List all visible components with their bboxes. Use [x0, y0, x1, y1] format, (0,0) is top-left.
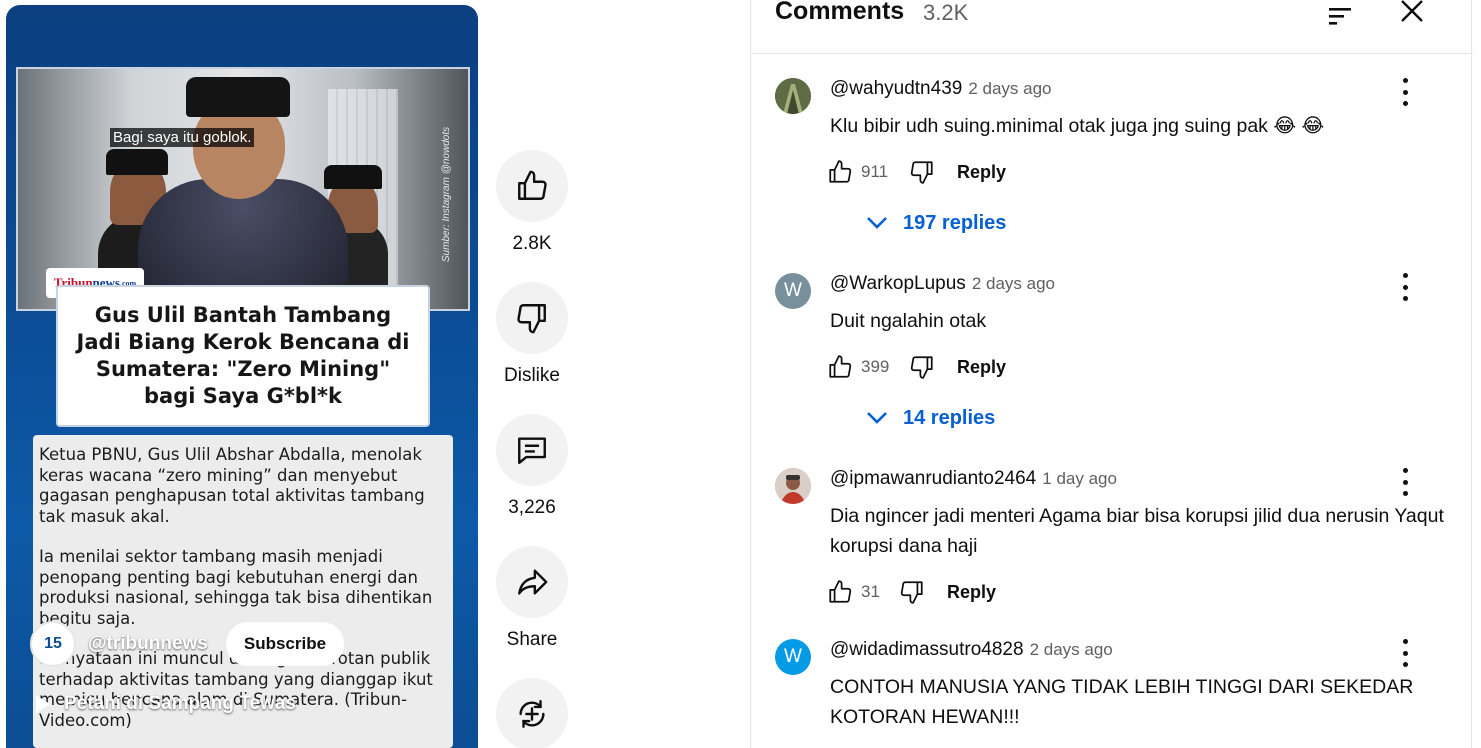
avatar[interactable]: W [775, 273, 811, 309]
reply-button[interactable]: Reply [957, 357, 1006, 378]
comment-count: 3,226 [508, 497, 556, 518]
comment-text: CONTOH MANUSIA YANG TIDAK LEBIH TINGGI D… [830, 676, 1414, 728]
avatar[interactable] [775, 78, 811, 114]
remix-button[interactable] [496, 678, 568, 748]
reply-button[interactable]: Reply [957, 162, 1006, 183]
chevron-down-icon [867, 412, 887, 424]
like-button[interactable] [496, 150, 568, 222]
video-title: Petani di Sampang Tewas [64, 693, 296, 714]
comment-author[interactable]: @WarkopLupus 2 days ago [830, 273, 1055, 295]
avatar[interactable]: W [775, 639, 811, 675]
comments-panel: Comments 3.2K @wahyudtn439 2 days ago Klu… [750, 0, 1473, 748]
video-title-link[interactable]: Petani di Sampang Tewas [36, 693, 296, 715]
body-paragraph: Ketua PBNU, Gus Ulil Abshar Abdalla, men… [39, 445, 425, 526]
comment-toolbar: 31 Reply [827, 578, 996, 606]
comment-text: Klu bibir udh suing.minimal otak juga jn… [830, 115, 1325, 137]
comment-time: 1 day ago [1042, 469, 1117, 488]
share-action: Share [490, 546, 574, 652]
remix-icon [519, 700, 545, 728]
thumbs-down-icon [517, 304, 546, 334]
more-options-icon[interactable] [1401, 78, 1409, 106]
more-options-icon[interactable] [1401, 468, 1409, 496]
thumbs-down-icon[interactable] [909, 354, 935, 380]
more-options-icon[interactable] [1401, 639, 1409, 667]
video-headline: Gus Ulil Bantah Tambang Jadi Biang Kerok… [76, 303, 410, 408]
channel-avatar[interactable]: 15 [30, 621, 76, 667]
subscribe-button[interactable]: Subscribe [225, 622, 345, 666]
comments-count: 3.2K [923, 0, 969, 25]
view-replies-button[interactable]: 14 replies [865, 403, 995, 433]
remix-action [490, 678, 574, 748]
comment-toolbar: 399 Reply [827, 353, 1006, 381]
comment-text: Duit ngalahin otak [830, 310, 987, 332]
comments-title: Comments [775, 0, 905, 25]
channel-handle[interactable]: @tribunnews [88, 633, 208, 655]
share-label: Share [506, 629, 558, 650]
video-caption: Bagi saya itu goblok. [110, 128, 255, 147]
source-watermark: Sumber: Instagram @nowdots [440, 126, 452, 263]
like-count: 399 [861, 357, 890, 376]
share-icon [518, 569, 548, 595]
comment-icon [518, 437, 546, 464]
comment-author[interactable]: @wahyudtn439 2 days ago [830, 78, 1052, 100]
dislike-action: Dislike [490, 282, 574, 388]
body-paragraph: Ia menilai sektor tambang masih menjadi … [39, 547, 433, 628]
comment-author[interactable]: @widadimassutro4828 2 days ago [830, 639, 1113, 661]
thumbs-up-icon[interactable] [827, 159, 853, 185]
comment-text: Dia ngincer jadi menteri Agama biar bisa… [830, 505, 1444, 557]
like-count: 911 [861, 162, 889, 181]
comments-header: Comments 3.2K [751, 0, 1473, 54]
avatar[interactable] [775, 468, 811, 504]
like-action: 2.8K [490, 150, 574, 256]
comment-toolbar: 911 Reply [827, 158, 1006, 186]
thumbs-up-icon[interactable] [827, 579, 853, 605]
thumbs-down-icon[interactable] [899, 579, 925, 605]
sort-icon[interactable] [1327, 0, 1355, 26]
channel-row: 15 @tribunnews Subscribe [30, 621, 345, 667]
comment-action: 3,226 [490, 414, 574, 520]
comment-author[interactable]: @ipmawanrudianto2464 1 day ago [830, 468, 1117, 490]
replies-label: 197 replies [903, 211, 1007, 234]
video-player[interactable]: Bagi saya itu goblok. Sumber: Instagram … [6, 5, 478, 748]
like-count: 2.8K [512, 233, 552, 254]
dislike-label: Dislike [504, 365, 560, 386]
comment-time: 2 days ago [1029, 640, 1113, 659]
thumbs-down-icon[interactable] [909, 159, 935, 185]
reply-button[interactable]: Reply [947, 582, 996, 603]
like-count: 31 [861, 582, 880, 601]
thumbs-up-icon [518, 170, 547, 200]
comment-time: 2 days ago [971, 274, 1055, 293]
chevron-down-icon [867, 217, 887, 229]
share-button[interactable] [496, 546, 568, 618]
close-icon[interactable] [1397, 0, 1427, 28]
play-icon [36, 695, 50, 713]
video-headline-card: Gus Ulil Bantah Tambang Jadi Biang Kerok… [56, 285, 430, 427]
dislike-button[interactable] [496, 282, 568, 354]
replies-label: 14 replies [903, 406, 996, 429]
view-replies-button[interactable]: 197 replies [865, 208, 1006, 238]
more-options-icon[interactable] [1401, 273, 1409, 301]
thumbs-up-icon[interactable] [827, 354, 853, 380]
comment-time: 2 days ago [968, 79, 1052, 98]
comments-button[interactable] [496, 414, 568, 486]
